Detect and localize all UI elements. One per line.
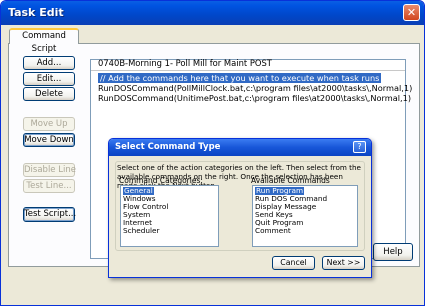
script-line-1-text: // Add the commands here that you want t… — [98, 73, 382, 83]
window-title: Task Edit — [8, 6, 64, 19]
close-icon[interactable]: ✕ — [403, 4, 420, 21]
test-line-button[interactable]: Test Line... — [23, 179, 75, 193]
category-item[interactable]: Scheduler — [123, 227, 160, 235]
tab-command-script[interactable]: Command Script — [9, 28, 79, 54]
edit-button[interactable]: Edit... — [23, 72, 75, 86]
dialog-title-bar: Select Command Type ? — [109, 139, 371, 156]
header-divider — [91, 70, 405, 71]
cancel-button[interactable]: Cancel — [272, 256, 315, 270]
script-header: 0740B-Morning 1- Poll Mill for Maint POS… — [98, 58, 272, 68]
disable-line-button[interactable]: Disable Line — [23, 163, 76, 177]
commands-label: Available Commands — [251, 176, 330, 185]
test-script-button[interactable]: Test Script... — [23, 207, 76, 222]
delete-button[interactable]: Delete — [23, 87, 75, 101]
dialog-title: Select Command Type — [115, 142, 221, 152]
move-up-button[interactable]: Move Up — [23, 117, 75, 131]
title-bar: Task Edit ✕ — [1, 1, 424, 25]
categories-label: Command Categories: — [119, 176, 203, 185]
categories-list[interactable]: General Windows Flow Control System Inte… — [120, 185, 219, 247]
next-button[interactable]: Next >> — [322, 256, 365, 270]
help-icon[interactable]: ? — [353, 141, 366, 153]
help-button[interactable]: Help — [373, 243, 413, 261]
script-line-2[interactable]: RunDOSCommand(PollMillClock.bat,c:\progr… — [98, 83, 412, 93]
add-button[interactable]: Add... — [23, 56, 75, 70]
task-edit-window: Task Edit ✕ Command Script Add... Edit..… — [0, 0, 425, 306]
select-command-type-dialog: Select Command Type ? Select one of the … — [108, 138, 372, 278]
script-line-1[interactable]: // Add the commands here that you want t… — [98, 73, 382, 83]
move-down-button[interactable]: Move Down — [23, 133, 75, 147]
script-line-3[interactable]: RunDOSCommand(UnitimePost.bat,c:\program… — [98, 93, 411, 103]
command-item[interactable]: Comment — [255, 227, 291, 235]
commands-list[interactable]: Run Program Run DOS Command Display Mess… — [252, 185, 358, 247]
